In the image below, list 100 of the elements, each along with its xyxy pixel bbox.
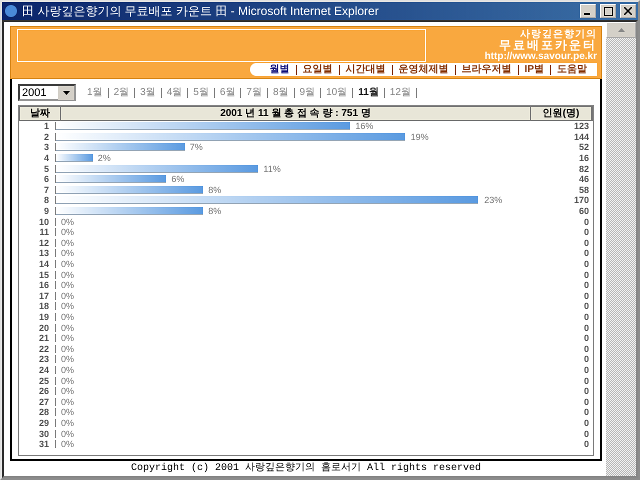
percentage-label: 0% [61,312,74,322]
visitor-count: 0 [582,344,590,354]
day-label: 14 [38,259,49,270]
percentage-label: 0% [61,259,74,270]
year-select[interactable]: 2001 [18,84,76,101]
visitor-count: 46 [578,174,590,184]
day-label: 4 [42,153,49,164]
column-header: 날짜 [20,107,61,120]
month-link[interactable]: 7월 [241,88,268,98]
day-label: 3 [42,142,49,152]
column-header: 인원(명) [531,107,592,120]
visitor-count: 0 [582,428,590,439]
percentage-label: 0% [61,344,74,354]
visitor-count: 0 [582,396,590,407]
copyright-text: Copyright (c) 2001 사랑깊은향기의 홈로서기 All rights reserved [130,463,482,474]
day-label: 18 [38,301,49,312]
visitor-count: 0 [582,418,590,428]
percentage-label: 0% [61,333,74,344]
visitor-count: 0 [582,439,590,450]
day-label: 15 [38,270,49,280]
nav-link[interactable]: 운영체제별 [392,64,455,74]
day-label: 30 [38,428,49,439]
percentage-label: 8% [208,206,222,216]
day-label: 19 [38,312,49,322]
visitor-count: 0 [582,216,590,227]
percentage-label: 0% [61,216,74,227]
minimize-button[interactable] [580,4,596,18]
day-label: 29 [38,418,49,428]
day-label: 12 [38,238,49,248]
visitor-count: 52 [578,142,590,152]
percentage-label: 0% [61,396,74,407]
month-link[interactable]: 1월 [82,88,109,98]
visitor-count: 0 [582,407,590,418]
percentage-label: 0% [61,248,74,258]
nav-link[interactable]: IP별 [518,64,550,74]
month-link[interactable]: 9월 [294,88,322,98]
visitor-count: 0 [582,227,590,238]
close-button[interactable] [620,4,636,18]
day-label: 28 [38,407,49,418]
visitor-count: 0 [582,280,590,290]
day-label: 31 [38,439,49,450]
nav-link[interactable]: 월별 [264,64,296,74]
percentage-label: 0% [61,290,74,301]
day-label: 26 [38,386,49,396]
day-label: 17 [38,290,49,301]
browser-icon [4,4,18,18]
nav-link[interactable]: 도움말 [550,64,593,74]
month-link[interactable]: 5월 [188,88,215,98]
month-link[interactable]: 4월 [162,88,188,98]
visitor-count: 0 [582,270,590,280]
nav-link[interactable]: 시간대별 [338,64,392,74]
scrollbar[interactable] [606,22,636,476]
day-label: 10 [38,216,49,227]
visitor-count: 58 [578,184,590,195]
day-label: 11 [38,227,49,238]
day-label: 2 [42,132,49,142]
percentage-label: 0% [61,270,74,280]
day-label: 16 [38,280,49,290]
month-link[interactable]: 11월 [353,88,385,98]
percentage-label: 0% [61,418,74,428]
percentage-label: 0% [61,439,74,450]
site-name: 사랑깊은향기의 [520,29,597,40]
visitor-count: 0 [582,290,590,301]
percentage-label: 0% [61,227,74,238]
day-label: 13 [38,248,49,258]
percentage-label: 11% [263,164,281,174]
up-arrow-icon [618,28,624,32]
maximize-button[interactable] [600,4,616,18]
day-label: 24 [38,364,49,375]
day-label: 5 [42,164,49,174]
visitor-count: 123 [572,121,590,132]
dropdown-icon [58,86,74,100]
nav-link[interactable]: 브라우저별 [454,64,518,74]
day-label: 9 [42,206,49,216]
nav-link[interactable]: 요일별 [296,64,339,74]
visitor-count: 0 [582,333,590,344]
percentage-label: 0% [61,280,74,290]
percentage-label: 0% [61,364,74,375]
visitor-count: 0 [582,248,590,258]
day-label: 6 [42,174,49,184]
percentage-label: 16% [355,121,374,132]
percentage-label: 0% [61,407,74,418]
site-url: http://www.savour.pe.kr [484,51,597,62]
day-label: 1 [42,121,49,132]
visitor-count: 0 [582,259,590,270]
month-link[interactable]: 8월 [268,88,294,98]
month-link[interactable]: 2월 [108,88,136,98]
visitor-count: 0 [582,376,590,386]
percentage-label: 19% [410,132,429,142]
percentage-label: 8% [208,184,222,195]
day-label: 27 [38,396,49,407]
percentage-label: 7% [190,142,203,152]
percentage-label: 0% [61,238,74,248]
percentage-label: 0% [61,376,74,386]
month-link[interactable]: 3월 [135,88,162,98]
visitor-count: 144 [572,132,590,142]
month-link[interactable]: 12월 [384,88,417,98]
month-link[interactable]: 6월 [214,88,242,98]
day-label: 20 [38,322,49,333]
month-link[interactable]: 10월 [321,88,354,98]
